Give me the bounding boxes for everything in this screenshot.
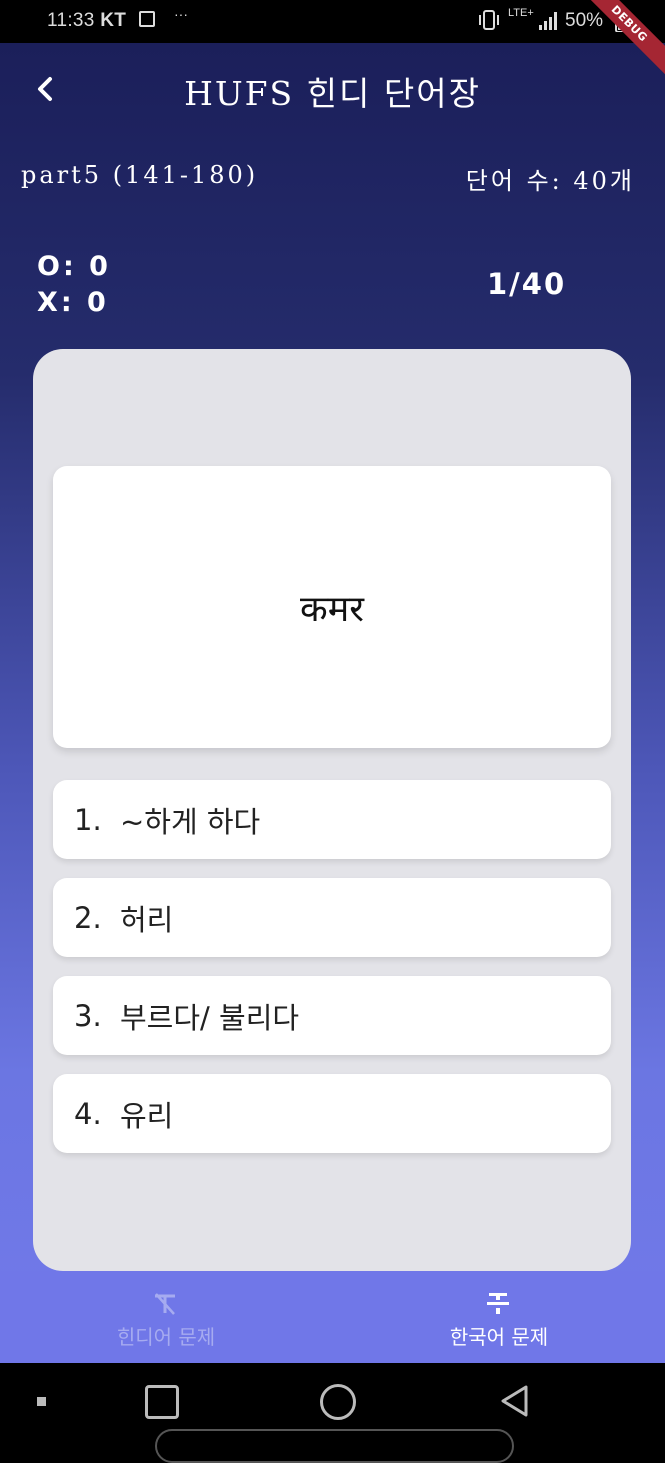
- wrong-count: X: 0: [37, 287, 109, 318]
- quiz-card: कमर 1. ~하게 하다 2. 허리 3. 부르다/ 불리다 4. 유리: [33, 349, 631, 1271]
- option-text: 허리: [120, 902, 174, 937]
- home-icon[interactable]: [320, 1384, 356, 1420]
- option-number: 1.: [74, 802, 102, 837]
- bottom-navigation: 힌디어 문제 한국어 문제: [0, 1271, 665, 1363]
- option-text: 유리: [120, 1098, 174, 1133]
- system-navigation-bar: [0, 1363, 665, 1463]
- gesture-handle: [155, 1429, 514, 1463]
- option-text: 부르다/ 불리다: [120, 1000, 300, 1035]
- quiz-screen: HUFS 힌디 단어장 part5 (141-180) 단어 수: 40개 O:…: [0, 43, 665, 1363]
- system-indicator-icon: [37, 1397, 46, 1406]
- battery-level: 50%: [565, 10, 604, 31]
- word-count-label: 단어 수: 40개: [465, 167, 635, 195]
- part-label: part5 (141-180): [21, 161, 259, 189]
- status-bar: 11:33 KT ··· LTE+ 50%: [0, 0, 665, 43]
- option-text: ~하게 하다: [120, 804, 261, 839]
- status-clock: 11:33: [47, 10, 95, 31]
- answer-option-4[interactable]: 4. 유리: [53, 1074, 611, 1153]
- option-number: 3.: [74, 998, 102, 1033]
- page-title: HUFS 힌디 단어장: [184, 74, 481, 113]
- vibrate-icon: [479, 10, 499, 30]
- correct-count: O: 0: [37, 251, 111, 282]
- option-number: 4.: [74, 1096, 102, 1131]
- status-carrier: KT: [100, 10, 127, 31]
- text-strikethrough-icon: [155, 1293, 175, 1315]
- tab-hindi-label: 힌디어 문제: [116, 1325, 216, 1349]
- question-word: कमर: [300, 588, 364, 630]
- network-type: LTE+: [508, 7, 534, 19]
- recent-apps-icon[interactable]: [145, 1385, 179, 1419]
- answer-option-3[interactable]: 3. 부르다/ 불리다: [53, 976, 611, 1055]
- tab-korean-quiz[interactable]: 한국어 문제: [333, 1271, 665, 1363]
- option-number: 2.: [74, 900, 102, 935]
- tab-hindi-quiz[interactable]: 힌디어 문제: [0, 1271, 332, 1363]
- signal-icon: [539, 12, 557, 30]
- more-notifications-icon: ···: [174, 6, 188, 22]
- tab-korean-label: 한국어 문제: [449, 1325, 549, 1349]
- answer-option-2[interactable]: 2. 허리: [53, 878, 611, 957]
- app-bar: HUFS 힌디 단어장: [0, 43, 665, 133]
- back-triangle-icon[interactable]: [498, 1384, 532, 1418]
- question-word-box: कमर: [53, 466, 611, 748]
- status-time: 11:33 KT: [47, 10, 126, 32]
- strikethrough-icon: [487, 1293, 509, 1314]
- gallery-notification-icon: [139, 11, 155, 27]
- score-panel: O: 0 X: 0: [37, 249, 111, 321]
- answer-option-1[interactable]: 1. ~하게 하다: [53, 780, 611, 859]
- question-progress: 1/40: [487, 267, 567, 301]
